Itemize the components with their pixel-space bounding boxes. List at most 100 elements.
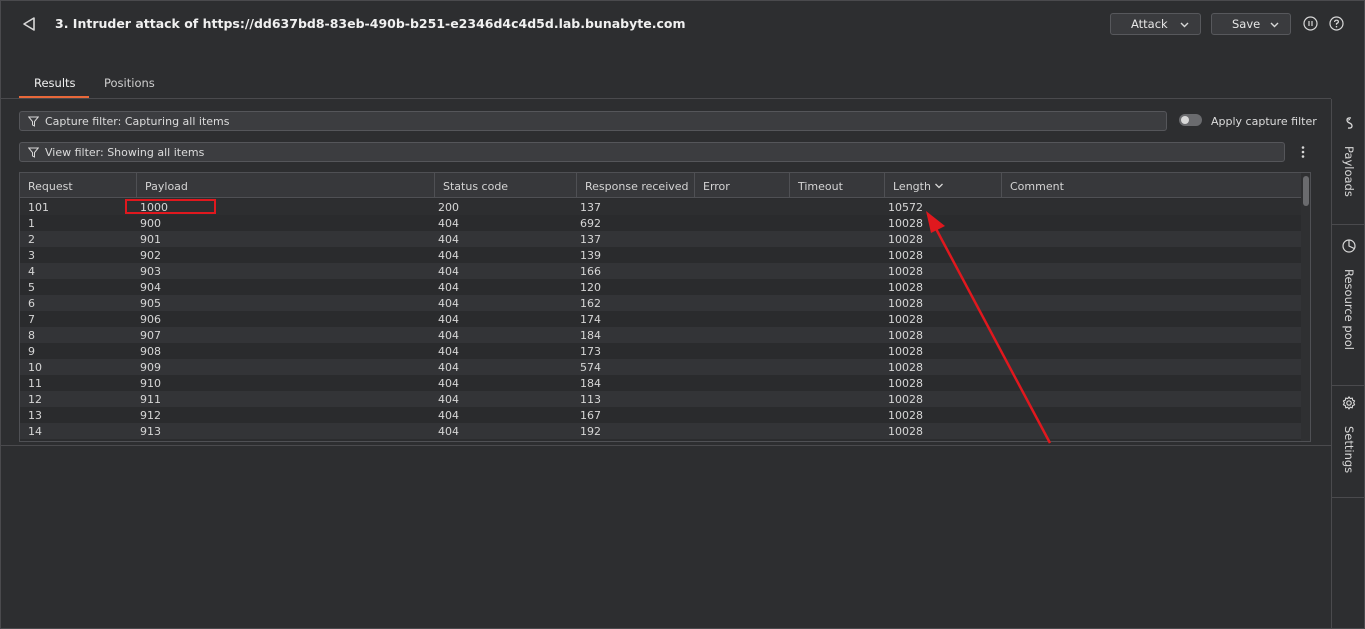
table-row[interactable]: 10 909 404 574 10028 (20, 359, 1301, 375)
table-row[interactable]: 12 911 404 113 10028 (20, 391, 1301, 407)
table-row[interactable]: 4 903 404 166 10028 (20, 263, 1301, 279)
table-row[interactable]: 13 912 404 167 10028 (20, 407, 1301, 423)
cell-response-received: 139 (580, 249, 601, 262)
sidebar-item-payloads[interactable]: Payloads (1332, 99, 1365, 224)
cell-status-code: 404 (438, 377, 459, 390)
cell-length: 10028 (888, 313, 923, 326)
table-row[interactable]: 5 904 404 120 10028 (20, 279, 1301, 295)
column-label: Timeout (798, 180, 843, 193)
scrollbar-thumb[interactable] (1303, 176, 1309, 206)
cell-status-code: 404 (438, 265, 459, 278)
cell-length: 10028 (888, 361, 923, 374)
capture-filter-bar[interactable]: Capture filter: Capturing all items (19, 111, 1167, 131)
cell-length: 10028 (888, 249, 923, 262)
cell-payload: 900 (140, 217, 161, 230)
cell-request: 14 (28, 425, 42, 438)
right-sidebar: Payloads Resource pool Settings (1331, 99, 1365, 629)
cell-payload: 913 (140, 425, 161, 438)
cell-request: 10 (28, 361, 42, 374)
attack-button[interactable]: Attack (1110, 13, 1201, 35)
cell-request: 9 (28, 345, 35, 358)
cell-length: 10028 (888, 345, 923, 358)
column-label: Status code (443, 180, 509, 193)
divider (0, 445, 1331, 446)
help-icon[interactable] (1329, 16, 1344, 31)
cell-length: 10028 (888, 281, 923, 294)
table-row[interactable]: 6 905 404 162 10028 (20, 295, 1301, 311)
filter-icon (28, 116, 39, 127)
table-header: Request Payload Status code Response rec… (20, 173, 1301, 198)
cell-request: 1 (28, 217, 35, 230)
cell-length: 10028 (888, 409, 923, 422)
column-header-status-code[interactable]: Status code (435, 173, 577, 198)
apply-capture-filter-toggle[interactable] (1179, 114, 1202, 126)
page-title: 3. Intruder attack of https://dd637bd8-8… (55, 16, 686, 31)
chevron-down-icon (1270, 22, 1279, 28)
table-row[interactable]: 9 908 404 173 10028 (20, 343, 1301, 359)
column-header-request[interactable]: Request (20, 173, 137, 198)
attack-button-label: Attack (1131, 17, 1168, 31)
divider (0, 98, 1331, 99)
cell-status-code: 404 (438, 329, 459, 342)
cell-request: 101 (28, 201, 49, 214)
column-header-payload[interactable]: Payload (137, 173, 435, 198)
cell-payload: 908 (140, 345, 161, 358)
cell-status-code: 404 (438, 297, 459, 310)
column-label: Error (703, 180, 730, 193)
table-body: 101 1000 200 137 10572 1 900 404 692 10028 2 901 404… (20, 199, 1301, 439)
cell-response-received: 174 (580, 313, 601, 326)
cell-request: 7 (28, 313, 35, 326)
sidebar-item-settings[interactable]: Settings (1332, 386, 1365, 497)
cell-request: 12 (28, 393, 42, 406)
table-row[interactable]: 14 913 404 192 10028 (20, 423, 1301, 439)
table-row[interactable]: 2 901 404 137 10028 (20, 231, 1301, 247)
cell-payload: 906 (140, 313, 161, 326)
cell-length: 10572 (888, 201, 923, 214)
cell-request: 4 (28, 265, 35, 278)
column-header-length[interactable]: Length (885, 173, 1002, 198)
cell-request: 5 (28, 281, 35, 294)
more-options-icon[interactable] (1299, 145, 1307, 159)
cell-length: 10028 (888, 265, 923, 278)
view-filter-bar[interactable]: View filter: Showing all items (19, 142, 1285, 162)
back-icon[interactable] (20, 15, 38, 33)
scrollbar[interactable] (1301, 173, 1310, 441)
cell-request: 13 (28, 409, 42, 422)
cell-payload: 901 (140, 233, 161, 246)
view-filter-text: View filter: Showing all items (45, 146, 205, 159)
cell-response-received: 173 (580, 345, 601, 358)
cell-length: 10028 (888, 393, 923, 406)
table-row[interactable]: 8 907 404 184 10028 (20, 327, 1301, 343)
cell-request: 2 (28, 233, 35, 246)
save-button[interactable]: Save (1211, 13, 1291, 35)
table-row[interactable]: 7 906 404 174 10028 (20, 311, 1301, 327)
table-row[interactable]: 3 902 404 139 10028 (20, 247, 1301, 263)
resource-pool-icon (1342, 239, 1356, 253)
column-header-response-received[interactable]: Response received (577, 173, 695, 198)
cell-payload: 909 (140, 361, 161, 374)
column-header-comment[interactable]: Comment (1002, 173, 1301, 198)
cell-length: 10028 (888, 377, 923, 390)
cell-payload: 912 (140, 409, 161, 422)
table-row[interactable]: 1 900 404 692 10028 (20, 215, 1301, 231)
tab-positions[interactable]: Positions (104, 76, 155, 90)
cell-response-received: 192 (580, 425, 601, 438)
divider (1332, 497, 1365, 498)
cell-response-received: 692 (580, 217, 601, 230)
column-header-error[interactable]: Error (695, 173, 790, 198)
cell-payload: 907 (140, 329, 161, 342)
column-header-timeout[interactable]: Timeout (790, 173, 885, 198)
cell-response-received: 162 (580, 297, 601, 310)
table-row[interactable]: 101 1000 200 137 10572 (20, 199, 1301, 215)
cell-payload: 904 (140, 281, 161, 294)
tab-results[interactable]: Results (34, 76, 76, 90)
cell-status-code: 404 (438, 409, 459, 422)
cell-payload: 902 (140, 249, 161, 262)
cell-length: 10028 (888, 425, 923, 438)
cell-request: 11 (28, 377, 42, 390)
column-label: Payload (145, 180, 188, 193)
pause-icon[interactable] (1303, 16, 1318, 31)
sidebar-item-resource-pool[interactable]: Resource pool (1332, 225, 1365, 385)
payloads-icon (1346, 117, 1353, 129)
table-row[interactable]: 11 910 404 184 10028 (20, 375, 1301, 391)
